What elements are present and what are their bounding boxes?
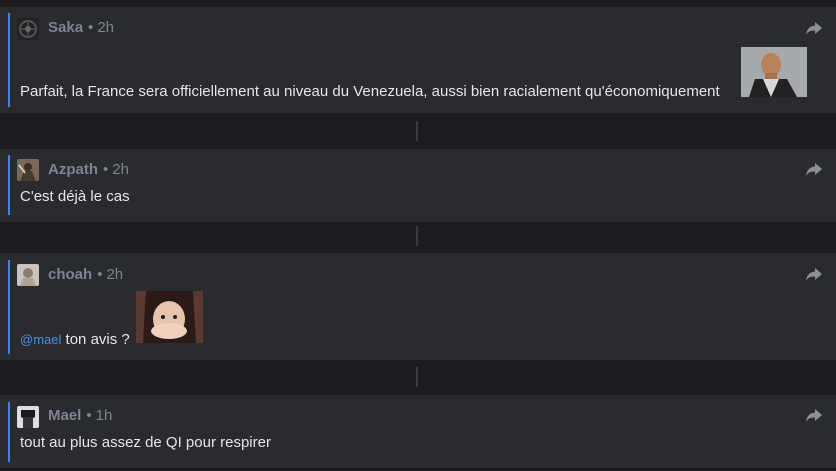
post-author: Saka • 2h (48, 19, 114, 36)
share-arrow-icon[interactable] (806, 409, 822, 423)
author-name[interactable]: Saka (48, 19, 83, 36)
post-content: C'est déjà le cas (20, 188, 130, 205)
post-card: Saka • 2h Parfait, la France sera officiel… (0, 7, 836, 113)
post-time: 2h (106, 266, 124, 283)
thread-divider (416, 367, 418, 387)
thread-bar (8, 13, 10, 107)
author-name[interactable]: choah (48, 266, 92, 283)
post-card: choah • 2h @mael ton avis ? (0, 253, 836, 360)
separator-dot: • (88, 19, 94, 36)
post-content: tout au plus assez de QI pour respirer (20, 434, 271, 451)
post-time: 2h (97, 19, 114, 36)
post-card: Mael • 1h tout au plus assez de QI pour re… (0, 395, 836, 468)
post-content: Parfait, la France sera officiellement a… (20, 83, 720, 100)
post-author: choah • 2h (48, 266, 123, 283)
post-time: 1h (95, 407, 113, 424)
avatar[interactable] (17, 406, 39, 428)
separator-dot: • (97, 266, 103, 283)
separator-dot: • (103, 161, 109, 178)
post-author: Mael • 1h (48, 407, 112, 424)
post-time: 2h (112, 161, 129, 178)
avatar[interactable] (17, 264, 39, 286)
thread-bar (8, 402, 10, 462)
thread-bar (8, 260, 10, 354)
post-content: @mael ton avis ? (20, 331, 130, 348)
covering-mouth-girl-sticker (136, 291, 203, 343)
post-text: ton avis ? (65, 331, 130, 348)
author-name[interactable]: Azpath (48, 161, 98, 178)
post-author: Azpath • 2h (48, 161, 129, 178)
thread-divider (416, 121, 418, 141)
share-arrow-icon[interactable] (806, 22, 822, 36)
share-arrow-icon[interactable] (806, 163, 822, 177)
thread-bar (8, 155, 10, 215)
author-name[interactable]: Mael (48, 407, 81, 424)
avatar[interactable] (17, 159, 39, 181)
post-card: Azpath • 2h C'est déjà le cas (0, 149, 836, 222)
share-arrow-icon[interactable] (806, 268, 822, 282)
thread-divider (416, 226, 418, 246)
avatar[interactable] (17, 18, 39, 40)
separator-dot: • (86, 407, 92, 424)
post-text: tout au plus assez de QI pour respirer (20, 434, 271, 451)
smirking-man-sticker (741, 47, 807, 97)
post-text: C'est déjà le cas (20, 188, 130, 205)
user-mention-link[interactable]: @mael (20, 332, 61, 347)
post-text: Parfait, la France sera officiellement a… (20, 83, 720, 100)
